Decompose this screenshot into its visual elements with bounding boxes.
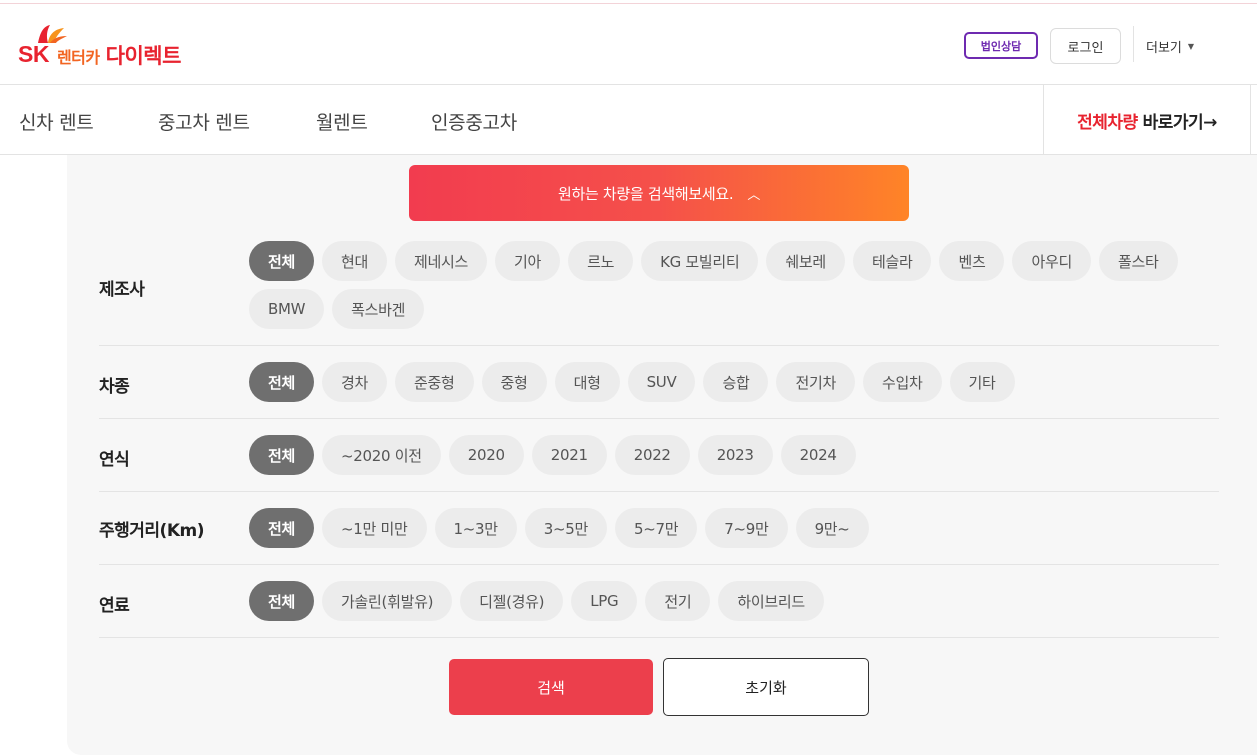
filter-row-model-year: 연식 전체 ~2020 이전 2020 2021 2022 2023 2024 <box>99 419 1219 492</box>
filter-label-fuel: 연료 <box>99 596 130 616</box>
filter-row-vehicle-type: 차종 전체 경차 준중형 중형 대형 SUV 승합 전기차 수입차 기타 <box>99 346 1219 419</box>
filter-chip[interactable]: 전기 <box>645 581 711 621</box>
filter-chip[interactable]: 2023 <box>697 435 773 475</box>
filter-chip[interactable]: 현대 <box>322 241 388 281</box>
filter-label-manufacturer: 제조사 <box>99 280 145 300</box>
filter-chip[interactable]: 폴스타 <box>1098 241 1178 281</box>
filter-chip[interactable]: 2020 <box>448 435 524 475</box>
filter-chip[interactable]: KG 모빌리티 <box>641 241 759 281</box>
nav-item-new-car-rent[interactable]: 신차 렌트 <box>19 108 94 135</box>
filter-chip[interactable]: LPG <box>571 581 638 621</box>
sk-butterfly-icon <box>38 25 67 43</box>
filter-chip[interactable]: 아우디 <box>1012 241 1091 281</box>
filter-chip[interactable]: 디젤(경유) <box>460 581 564 621</box>
manufacturer-options: 전체 현대 제네시스 기아 르노 KG 모빌리티 쉐보레 테슬라 벤츠 아우디 폴스타 BMW 폭스바겐 <box>249 241 1209 329</box>
filter-chip[interactable]: ~1만 미만 <box>322 508 427 548</box>
more-menu-button[interactable]: 더보기 ▼ <box>1146 37 1194 56</box>
all-vehicles-shortcut[interactable]: 전체차량 바로가기→ <box>1043 85 1251 155</box>
filter-chip[interactable]: 대형 <box>554 362 620 402</box>
filter-chip[interactable]: 가솔린(휘발유) <box>322 581 453 621</box>
filter-chip[interactable]: 르노 <box>568 241 634 281</box>
more-menu-label: 더보기 <box>1146 41 1182 56</box>
filter-label-model-year: 연식 <box>99 450 130 470</box>
filter-chip[interactable]: 수입차 <box>862 362 942 402</box>
filter-label-mileage: 주행거리(Km) <box>99 521 205 541</box>
filter-chip[interactable]: 준중형 <box>395 362 474 402</box>
filter-chip[interactable]: BMW <box>249 289 325 329</box>
search-toggle-label: 원하는 차량을 검색해보세요. <box>557 184 734 203</box>
filter-chip[interactable]: 2022 <box>614 435 690 475</box>
logo-sk-text: SK <box>18 41 49 67</box>
main-nav: 신차 렌트 중고차 렌트 월렌트 인증중고차 전체차량 바로가기→ <box>0 85 1257 155</box>
filter-chip[interactable]: 7~9만 <box>705 508 788 548</box>
filter-row-manufacturer: 제조사 전체 현대 제네시스 기아 르노 KG 모빌리티 쉐보레 테슬라 벤츠 아우디 폴스타 BMW… <box>99 241 1219 346</box>
logo-rentacar-text: 렌터카 <box>56 48 100 67</box>
filter-chip[interactable]: 전체 <box>249 508 315 548</box>
filter-chip[interactable]: 승합 <box>703 362 769 402</box>
filter-chip[interactable]: 전체 <box>249 362 315 402</box>
reset-button[interactable]: 초기화 <box>663 658 869 716</box>
fuel-options: 전체 가솔린(휘발유) 디젤(경유) LPG 전기 하이브리드 <box>249 581 1209 621</box>
filter-chip[interactable]: 기아 <box>495 241 561 281</box>
chevron-up-icon: ︿ <box>747 187 761 203</box>
site-header: SK 렌터카 다이렉트 법인상담 로그인 더보기 ▼ <box>0 4 1257 85</box>
model-year-options: 전체 ~2020 이전 2020 2021 2022 2023 2024 <box>249 435 1209 475</box>
go-shortcut-label: 바로가기→ <box>1142 112 1218 133</box>
filter-row-mileage: 주행거리(Km) 전체 ~1만 미만 1~3만 3~5만 5~7만 7~9만 9만~ <box>99 492 1219 565</box>
filter-chip[interactable]: SUV <box>627 362 696 402</box>
filter-chip[interactable]: 제네시스 <box>395 241 488 281</box>
nav-item-certified-used[interactable]: 인증중고차 <box>431 108 517 135</box>
caret-down-icon: ▼ <box>1187 42 1195 51</box>
filter-chip[interactable]: 9만~ <box>795 508 869 548</box>
filter-chip[interactable]: 폭스바겐 <box>332 289 425 329</box>
vehicle-type-options: 전체 경차 준중형 중형 대형 SUV 승합 전기차 수입차 기타 <box>249 362 1209 402</box>
filter-chip[interactable]: 전체 <box>249 435 315 475</box>
filter-chip[interactable]: 쉐보레 <box>766 241 845 281</box>
filter-chip[interactable]: 벤츠 <box>939 241 1005 281</box>
search-toggle-button[interactable]: 원하는 차량을 검색해보세요. ︿ <box>409 165 909 221</box>
logo-direct-text: 다이렉트 <box>105 44 182 68</box>
header-divider <box>1133 26 1134 62</box>
filter-chip[interactable]: 전기차 <box>776 362 855 402</box>
nav-item-monthly-rent[interactable]: 월렌트 <box>316 108 368 135</box>
all-vehicles-label: 전체차량 <box>1077 112 1138 133</box>
filter-chip[interactable]: 5~7만 <box>615 508 698 548</box>
filter-chip[interactable]: 기타 <box>949 362 1015 402</box>
mileage-options: 전체 ~1만 미만 1~3만 3~5만 5~7만 7~9만 9만~ <box>249 508 1209 548</box>
filter-chip[interactable]: 경차 <box>322 362 388 402</box>
filter-label-vehicle-type: 차종 <box>99 377 130 397</box>
login-button[interactable]: 로그인 <box>1050 28 1121 64</box>
filter-chip[interactable]: 전체 <box>249 241 315 281</box>
filter-chip[interactable]: 하이브리드 <box>718 581 824 621</box>
filter-chip[interactable]: 전체 <box>249 581 315 621</box>
nav-item-used-car-rent[interactable]: 중고차 렌트 <box>158 108 250 135</box>
search-button[interactable]: 검색 <box>449 659 653 715</box>
filter-chip[interactable]: 3~5만 <box>524 508 608 548</box>
filter-chip[interactable]: 1~3만 <box>434 508 517 548</box>
filter-chip[interactable]: ~2020 이전 <box>322 435 441 475</box>
filter-chip[interactable]: 중형 <box>481 362 547 402</box>
business-consult-button[interactable]: 법인상담 <box>964 32 1038 59</box>
filter-row-fuel: 연료 전체 가솔린(휘발유) 디젤(경유) LPG 전기 하이브리드 <box>99 565 1219 638</box>
filter-chip[interactable]: 2024 <box>780 435 856 475</box>
sk-rentacar-direct-logo[interactable]: SK 렌터카 다이렉트 <box>18 24 181 70</box>
filter-chip[interactable]: 2021 <box>531 435 607 475</box>
filter-chip[interactable]: 테슬라 <box>852 241 932 281</box>
